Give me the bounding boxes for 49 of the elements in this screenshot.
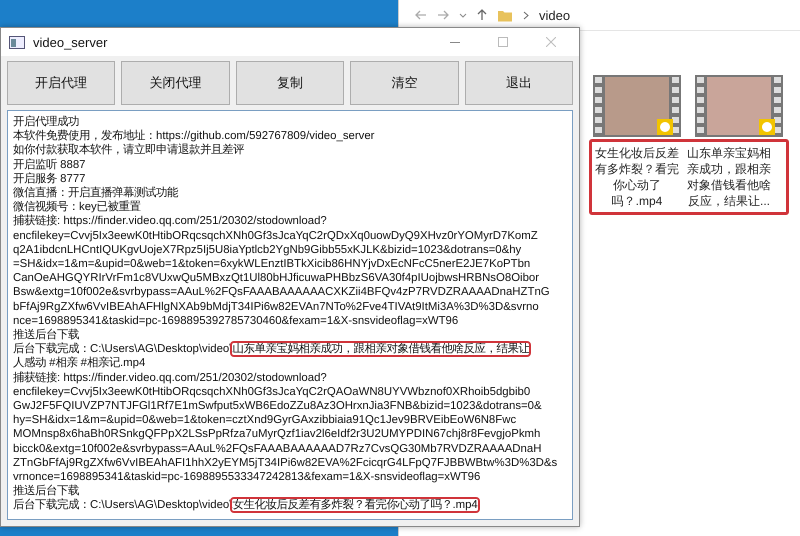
file-name[interactable]: 山东单亲宝妈相亲成功，跟相亲对象借钱看他啥反应，结果让... (686, 145, 772, 209)
toolbar-button[interactable]: 复制 (236, 61, 344, 105)
log-line: nce=1698895341&taskid=pc-1698895392785730460&fexam=1&X-snsvideoflag=xWT96 (13, 314, 458, 327)
close-icon[interactable] (546, 37, 556, 47)
folder-icon (497, 8, 513, 22)
video-thumbnail[interactable] (695, 75, 783, 137)
log-line: encfilekey=Cvvj5Ix3eewK0tHtibORqcsqchXNh0Gf3sJcaYqC2rQAOaWN8UYVWbznof0XRhoib5dgbib0 (13, 386, 530, 398)
log-line: GwJ2F5FQIUVZP7NTJFGl1Rf7E1mSwfput5xWB6EdoZZu8Az3OHrxnJia3FNB&bizid=1023&dotrans=0& (13, 400, 542, 412)
highlighted-file-name: 山东单亲宝妈相亲成功，跟相亲对象借钱看他啥反应，结果让 (232, 343, 530, 356)
log-line: 开启服务 8777 (13, 172, 86, 185)
log-line: =SH&idx=1&m=&upid=0&web=1&token=6xykWLEnztIBTkXicib86HNYjvDxEcNFcC5nerE2JE7KoPTbn (13, 258, 530, 270)
log-line: 本软件免费使用，发布地址：https://github.com/592767809/video_server (13, 130, 374, 142)
toolbar-button[interactable]: 开启代理 (7, 61, 116, 105)
log-line: Bsw&extg=10f002e&svrbypass=AAuL%2FQsFAAABAAAAAACXKZii4BFQv4zP7RVDZRAAAADnaHZTnG (13, 286, 550, 298)
log-line: q2A1ibdcnLHCntIQUKgvUojeX7Rpz5Ij5U8iaYptlcb2YgNb9Gibb55xKJLK&bizid=1023&dotrans=0&hy (13, 244, 522, 256)
log-line: ZTnGbFfAj9RgZXfw6VvIBEAhAFI1hhX2yEYM5jT34IPi6w82EVA%2FcicqrG4LFpQ7FJBBWBtw%3D%3D&s (13, 456, 558, 469)
maximize-icon[interactable] (498, 37, 508, 47)
log-line: 开启代理成功 (13, 116, 79, 128)
log-line: 推送后台下载 (13, 485, 79, 498)
toolbar-button[interactable]: 退出 (464, 61, 574, 105)
log-text-area[interactable] (7, 110, 573, 520)
log-line: 捕获链接: https://finder.video.qq.com/251/20302/stodownload? (13, 372, 327, 384)
chevron-icon (523, 10, 529, 20)
forward-arrow-icon[interactable] (437, 10, 449, 20)
log-line: 人感动 #相亲 #相亲记.mp4 (13, 357, 146, 370)
breadcrumb[interactable]: video (539, 8, 570, 22)
log-line: 开启监听 8887 (13, 158, 86, 171)
log-line: 微信直播：开启直播弹幕测试功能 (13, 187, 178, 200)
back-arrow-icon[interactable] (415, 10, 427, 20)
log-line: 捕获链接: https://finder.video.qq.com/251/20302/stodownload? (13, 215, 327, 228)
toolbar-button[interactable]: 关闭代理 (121, 61, 230, 105)
log-line: vrnonce=1698895341&taskid=pc-1698895533347242813&fexam=1&X-snsvideoflag=xWT96 (13, 471, 480, 484)
log-line: 推送后台下载 (13, 329, 79, 342)
dropdown-caret-icon[interactable] (459, 12, 467, 18)
toolbar-button[interactable]: 清空 (350, 61, 459, 105)
log-line: bFfAj9RgZXfw6VvIBEAhAFHlgNXAb9bMdjT34IPi6w82EVAn7NTo%2Fve4TIVAt9ItMi3A%3D%3D&svrno (13, 300, 539, 313)
highlighted-file-name: 女生化妆后反差有多炸裂？看完你心动了吗？.mp4 (232, 499, 478, 512)
log-line: 如你付款获取本软件，请立即申请退款并且差评 (13, 144, 244, 156)
log-line: 微信视频号：key已被重置 (13, 201, 141, 214)
log-line: MOMnsp8x6haBh0RSnkgQFPpX2LSsPpRfza7uMyrQzf1iav2l6eIdf2r3U2UMYPDIN67chj8r8FevgjoPkmh (13, 428, 540, 440)
file-name[interactable]: 女生化妆后反差有多炸裂？看完你心动了吗？.mp4 (594, 145, 680, 209)
log-line: hy=SH&idx=1&m=&upid=0&web=1&token=cztXnd9GyrGAxzibbiaia91Qc1Jev9BRVEibEoW6N8Fwc (13, 414, 516, 426)
window-title: video_server (33, 34, 108, 50)
log-line: CanOeAHGQYRIrVrFm1c8VUxwQu5MBxzQt1Ul80bHJficuwaPHBbzS6VA30f4pIUojbwsHRBNsO8Oibor (13, 272, 540, 284)
up-arrow-icon[interactable] (477, 9, 487, 21)
log-line: encfilekey=Cvvj5Ix3eewK0tHtibORqcsqchXNh0Gf3sJcaYqC2rQDxXq0uowDyQ9XHvz0rYOMyrD7KomZ (13, 230, 538, 242)
video-thumbnail[interactable] (593, 75, 681, 137)
app-icon (9, 36, 25, 48)
log-line: bicck0&extg=10f002e&svrbypass=AAuL%2FQsFAAABAAAAAAD7Rz7CvsQG30Mb7RVDZRAAAADnaH (13, 442, 542, 455)
